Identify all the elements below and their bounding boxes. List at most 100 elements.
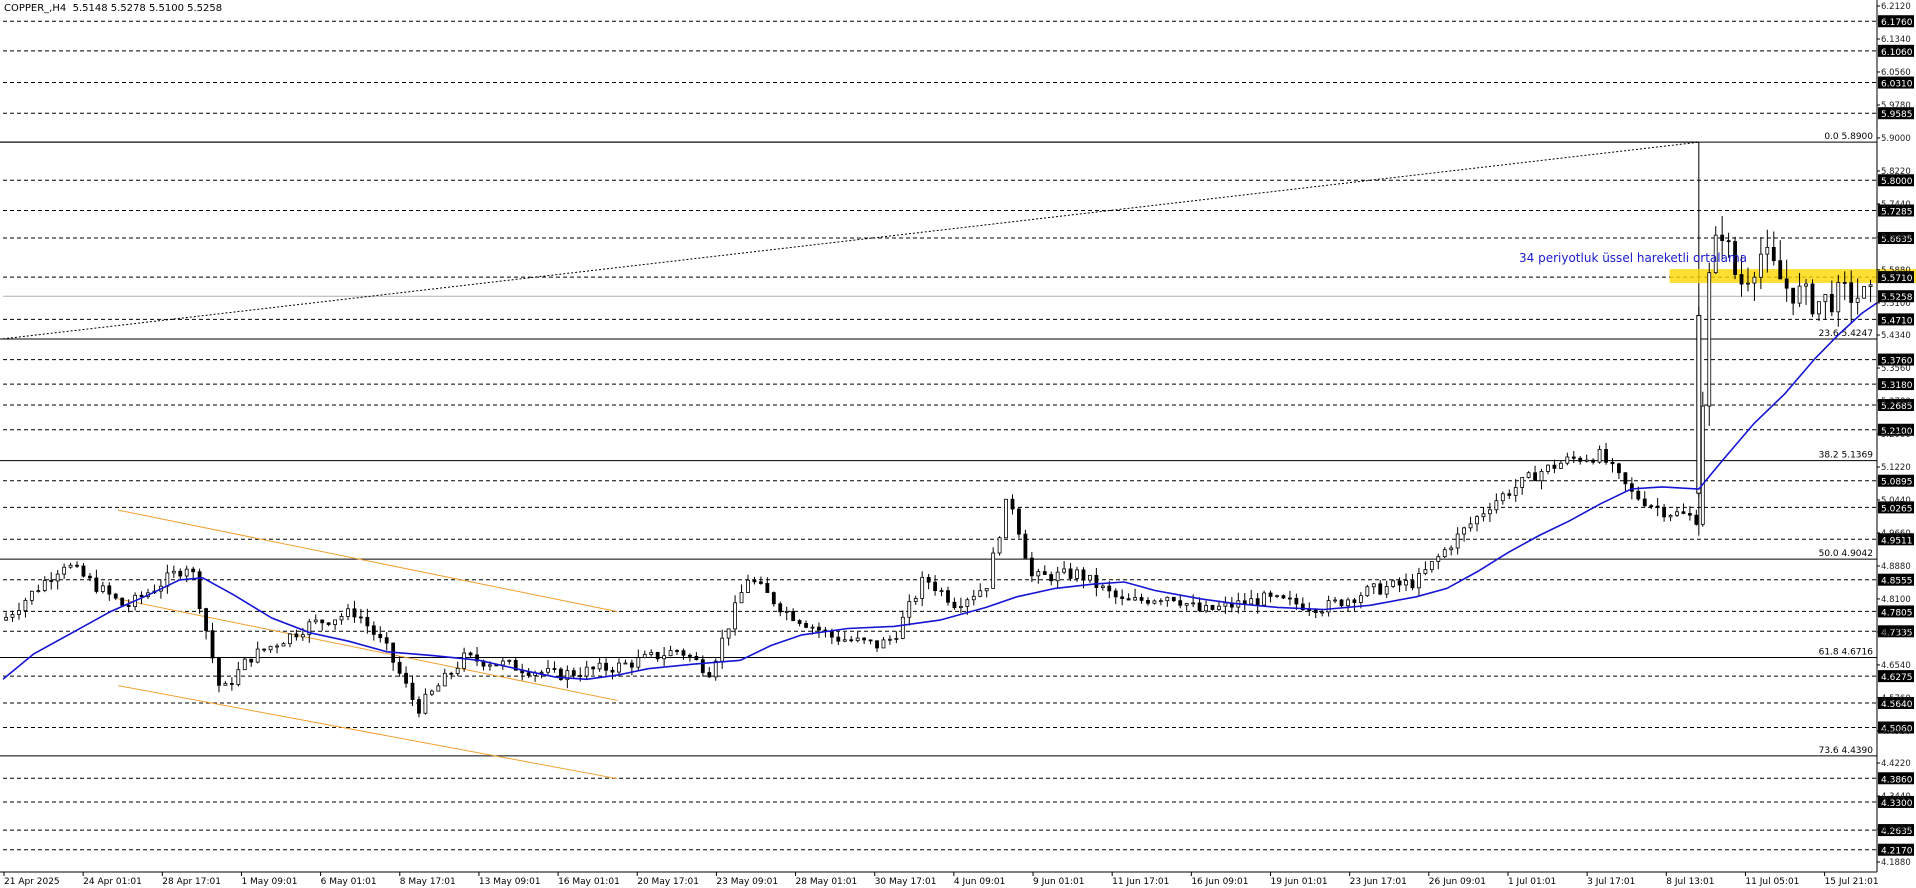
candle-body xyxy=(1578,457,1583,462)
candle-body xyxy=(797,620,802,624)
candle-body xyxy=(1436,556,1441,562)
candle-body xyxy=(900,616,905,639)
candle-body xyxy=(649,651,654,655)
candle-body xyxy=(713,660,718,678)
y-tick-label: 4.9660 xyxy=(1881,529,1911,539)
y-tick-label: 4.4980 xyxy=(1881,727,1911,737)
candle-body xyxy=(1681,511,1686,514)
candle-body xyxy=(171,570,176,574)
candle-body xyxy=(1139,597,1144,601)
level-label: 6.1760 xyxy=(1881,18,1913,28)
candle-body xyxy=(1346,599,1350,607)
fib-label: 61.8 4.6716 xyxy=(1819,647,1874,657)
candle-body xyxy=(1868,284,1873,287)
candle-body xyxy=(120,597,125,606)
y-tick-label: 4.5760 xyxy=(1881,694,1911,704)
candle-body xyxy=(881,639,886,649)
candle-body xyxy=(810,626,815,629)
time-axis: 21 Apr 2025 24 Apr 01:01 28 Apr 17:01 1 May… xyxy=(0,871,1879,887)
candle-body xyxy=(1696,315,1702,494)
level-label: 5.9585 xyxy=(1881,110,1913,120)
candle-body xyxy=(339,616,344,621)
x-tick-label: 8 May 17:01 xyxy=(400,877,456,887)
candle-body xyxy=(1029,557,1034,577)
trend-line xyxy=(2,141,1699,340)
level-label: 4.3860 xyxy=(1881,775,1913,785)
x-tick-label: 16 May 01:01 xyxy=(558,877,620,887)
candle-body xyxy=(1688,513,1692,516)
candle-body xyxy=(623,662,628,665)
x-tick-label: 23 May 09:01 xyxy=(716,877,778,887)
candle-body xyxy=(352,608,357,618)
candle-body xyxy=(1178,600,1183,606)
candle-body xyxy=(1675,511,1679,516)
candle-body xyxy=(746,579,750,593)
candle-body xyxy=(1610,461,1615,465)
candle-body xyxy=(1558,462,1563,469)
candle-body xyxy=(655,651,660,660)
candle-body xyxy=(1081,569,1086,581)
candle-body xyxy=(829,630,834,638)
price-chart[interactable]: 0.0 5.8900 23.6 5.4247 38.2 5.1369 50.0 4.9… xyxy=(0,0,1916,888)
candle-body xyxy=(997,537,1002,554)
candle-body xyxy=(223,683,228,686)
candlesticks xyxy=(4,216,1873,718)
y-tick-label: 5.1220 xyxy=(1881,463,1911,473)
y-tick-label: 4.1880 xyxy=(1881,858,1911,868)
candle-body xyxy=(204,608,208,632)
y-tick-label: 4.4220 xyxy=(1881,759,1911,769)
candle-body xyxy=(1036,571,1041,577)
candle-body xyxy=(1249,598,1254,605)
candle-body xyxy=(94,577,99,592)
candle-body xyxy=(591,666,596,670)
candle-body xyxy=(1765,246,1770,255)
candle-body xyxy=(139,594,144,598)
candle-body xyxy=(1642,498,1647,507)
candle-body xyxy=(965,599,970,607)
candle-body xyxy=(417,699,421,714)
channel-line xyxy=(118,685,618,780)
candle-body xyxy=(784,610,789,613)
candle-body xyxy=(1404,580,1408,586)
candle-body xyxy=(410,682,415,700)
candle-body xyxy=(720,637,725,662)
candle-body xyxy=(1855,297,1860,303)
candle-body xyxy=(1152,600,1157,604)
candle-body xyxy=(1339,599,1344,607)
y-tick-label: 5.5100 xyxy=(1881,299,1911,309)
x-tick-label: 3 Jul 17:01 xyxy=(1587,877,1635,887)
candle-body xyxy=(1223,602,1228,607)
y-tick-label: 5.3560 xyxy=(1881,364,1911,374)
level-label: 5.0895 xyxy=(1881,478,1913,488)
candle-body xyxy=(958,606,963,609)
y-tick-label: 5.5880 xyxy=(1881,266,1911,276)
fibonacci-levels: 0.0 5.8900 23.6 5.4247 38.2 5.1369 50.0 4.9… xyxy=(0,132,1877,757)
candle-body xyxy=(1378,583,1383,595)
candle-body xyxy=(1320,611,1325,614)
candle-body xyxy=(688,654,692,657)
candle-body xyxy=(1075,569,1079,579)
candle-body xyxy=(1662,507,1667,518)
y-tick-label: 4.3440 xyxy=(1881,792,1911,802)
candle-body xyxy=(1862,286,1866,299)
candle-body xyxy=(165,572,170,587)
candle-body xyxy=(346,608,350,617)
x-tick-label: 13 May 09:01 xyxy=(479,877,541,887)
candle-body xyxy=(107,585,112,595)
level-label: 4.7805 xyxy=(1881,608,1913,618)
level-label: 5.8000 xyxy=(1881,177,1913,187)
candle-body xyxy=(1023,533,1028,559)
level-label: 4.2170 xyxy=(1881,847,1913,857)
candle-body xyxy=(1771,246,1776,262)
fib-label: 73.6 4.4390 xyxy=(1819,746,1874,756)
fib-label: 23.6 5.4247 xyxy=(1819,329,1873,339)
candle-body xyxy=(1100,585,1105,588)
candle-body xyxy=(1758,253,1763,278)
y-tick-label: 5.6660 xyxy=(1881,233,1911,243)
candle-body xyxy=(875,640,879,649)
candle-body xyxy=(765,583,770,593)
y-tick-label: 5.9780 xyxy=(1881,101,1911,111)
candle-body xyxy=(294,633,299,638)
candle-body xyxy=(1571,456,1576,459)
candle-body xyxy=(952,601,957,609)
